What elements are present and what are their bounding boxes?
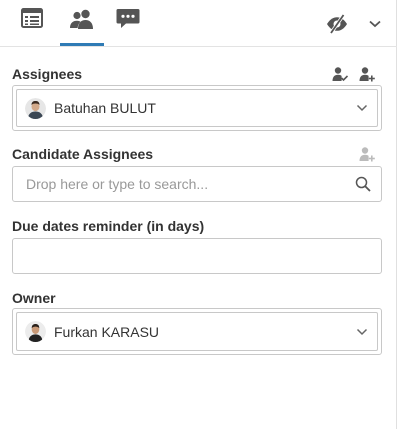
avatar xyxy=(25,321,46,342)
add-user-icon xyxy=(358,145,376,163)
owner-name: Furkan KARASU xyxy=(54,323,160,340)
candidate-assignees-label: Candidate Assignees xyxy=(12,146,154,162)
comments-icon xyxy=(116,9,140,28)
tab-comments[interactable] xyxy=(109,8,147,44)
people-icon xyxy=(70,9,93,29)
tab-people[interactable] xyxy=(60,8,104,46)
avatar xyxy=(25,97,46,119)
add-user-icon[interactable] xyxy=(358,65,376,83)
assignment-panel: Assignees Batuhan BULUT Candidate Assign… xyxy=(0,0,397,429)
owner-dropdown[interactable]: Furkan KARASU xyxy=(16,312,378,351)
eye-off-icon[interactable] xyxy=(325,12,349,36)
search-icon[interactable] xyxy=(355,176,371,192)
owner-label: Owner xyxy=(12,290,56,306)
assignees-label: Assignees xyxy=(12,66,83,82)
due-dates-reminder-input[interactable] xyxy=(26,239,346,273)
chevron-down-icon xyxy=(355,101,369,115)
tab-bar xyxy=(0,0,397,47)
due-dates-reminder-label: Due dates reminder (in days) xyxy=(12,218,205,234)
assignees-select: Batuhan BULUT xyxy=(12,85,382,131)
assignee-name: Batuhan BULUT xyxy=(54,100,156,116)
chevron-down-icon[interactable] xyxy=(363,12,387,36)
candidate-assignees-search xyxy=(12,166,382,202)
chevron-down-icon xyxy=(355,325,369,339)
owner-select: Furkan KARASU xyxy=(12,308,382,355)
due-dates-reminder-box xyxy=(12,238,382,274)
assignees-dropdown[interactable]: Batuhan BULUT xyxy=(16,89,378,127)
candidate-search-input[interactable] xyxy=(26,167,346,201)
assign-self-icon[interactable] xyxy=(331,65,349,83)
tab-list[interactable] xyxy=(13,8,51,44)
list-icon xyxy=(21,8,43,28)
